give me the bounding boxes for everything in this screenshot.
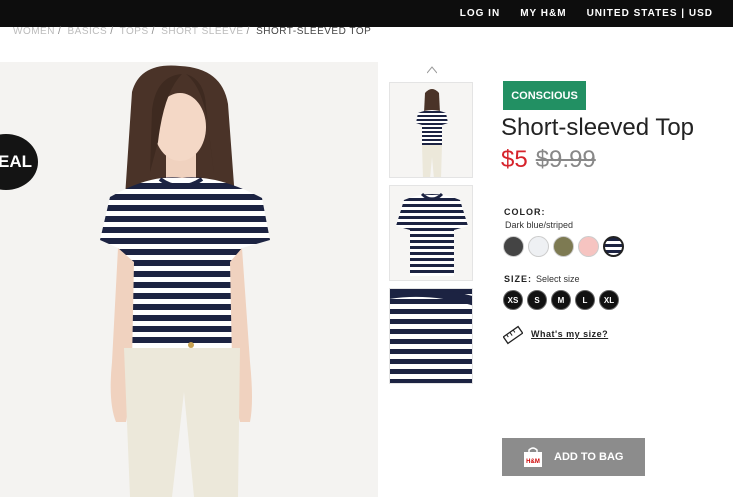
swatch-pink[interactable] (578, 236, 599, 257)
size-xs-button[interactable]: XS (503, 290, 523, 310)
breadcrumb-current: SHORT-SLEEVED TOP (256, 26, 372, 37)
thumbnail-flat[interactable] (389, 185, 473, 281)
top-links: LOG IN MY H&M UNITED STATES | USD (460, 0, 713, 27)
size-s-button[interactable]: S (527, 290, 547, 310)
breadcrumb-item[interactable]: BASICS (68, 26, 108, 37)
add-to-bag-button[interactable]: H&M ADD TO BAG (502, 438, 645, 476)
size-l-button[interactable]: L (575, 290, 595, 310)
product-title: Short-sleeved Top (501, 114, 695, 141)
color-swatches (503, 236, 624, 257)
size-label: SIZE: (504, 274, 533, 284)
thumbnail-model[interactable] (389, 82, 473, 178)
color-value: Dark blue/striped (505, 220, 574, 230)
conscious-badge: CONSCIOUS (503, 81, 586, 110)
breadcrumb-item[interactable]: TOPS (120, 26, 149, 37)
breadcrumb: WOMEN / BASICS / TOPS / SHORT SLEEVE / SHORT… (13, 26, 372, 37)
swatch-khaki[interactable] (553, 236, 574, 257)
price: $5 $9.99 (501, 146, 596, 174)
size-xl-button[interactable]: XL (599, 290, 619, 310)
swatch-dark-gray[interactable] (503, 236, 524, 257)
add-to-bag-label: ADD TO BAG (554, 451, 624, 463)
swatch-light-blue[interactable] (528, 236, 549, 257)
thumbnail-flat-image (396, 192, 468, 276)
shopping-bag-icon: H&M (524, 447, 542, 467)
size-selector: XS S M L XL (503, 290, 619, 310)
thumbnail-model-image (416, 89, 448, 177)
model-photo (100, 65, 270, 497)
sale-price: $5 (501, 146, 528, 173)
thumbnail-detail-image (390, 289, 472, 383)
thumbnail-detail[interactable] (389, 288, 473, 384)
size-guide-link[interactable]: What's my size? (531, 329, 608, 339)
swatch-dark-blue-striped[interactable] (603, 236, 624, 257)
size-m-button[interactable]: M (551, 290, 571, 310)
my-hm-link[interactable]: MY H&M (520, 8, 566, 19)
login-link[interactable]: LOG IN (460, 8, 500, 19)
svg-text:H&M: H&M (526, 459, 540, 465)
top-bar: LOG IN MY H&M UNITED STATES | USD (0, 0, 733, 27)
product-main-image[interactable]: EAL (0, 62, 378, 497)
ruler-icon (503, 325, 523, 345)
original-price: $9.99 (535, 146, 596, 173)
breadcrumb-item[interactable]: SHORT SLEEVE (161, 26, 243, 37)
color-label: COLOR: (504, 207, 546, 217)
region-link[interactable]: UNITED STATES | USD (587, 8, 713, 19)
breadcrumb-item[interactable]: WOMEN (13, 26, 55, 37)
size-hint: Select size (536, 274, 580, 284)
thumbnails-up-arrow-icon[interactable] (427, 66, 437, 74)
